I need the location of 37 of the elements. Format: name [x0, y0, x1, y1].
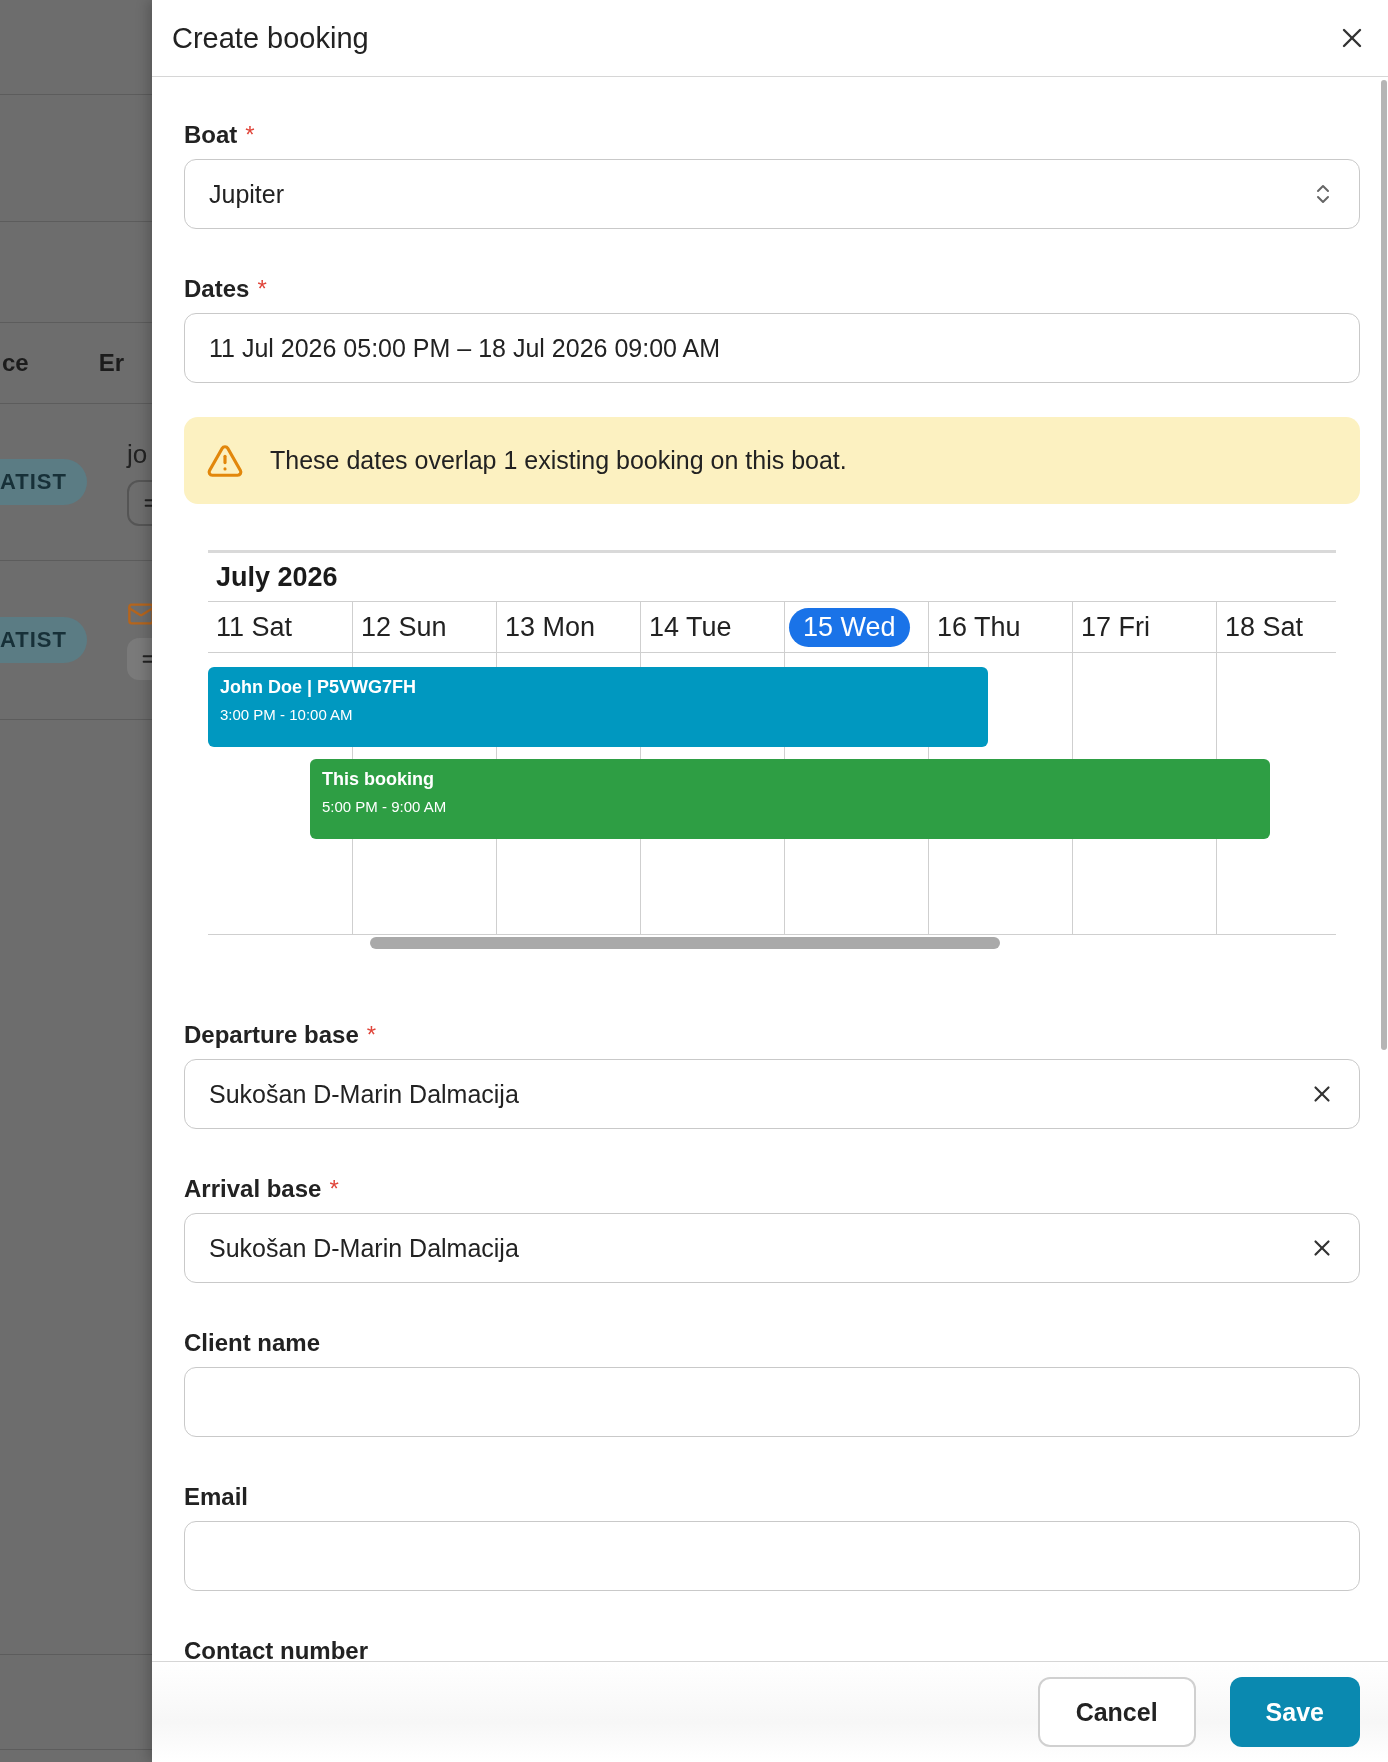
day-label: 16 Thu — [936, 610, 1022, 644]
save-button[interactable]: Save — [1229, 1677, 1360, 1747]
drawer-title: Create booking — [172, 21, 369, 55]
field-label: Client name — [184, 1329, 322, 1357]
status-badge: ATIST — [0, 459, 87, 505]
day-label: 17 Fri — [1080, 610, 1152, 644]
status-badge: ATIST — [0, 617, 87, 663]
field-label: Departure base * — [184, 1021, 378, 1049]
field-label: Dates * — [184, 275, 268, 303]
scrollbar-thumb[interactable] — [370, 937, 1000, 949]
cancel-button[interactable]: Cancel — [1037, 1677, 1196, 1747]
field-label: Boat * — [184, 121, 256, 149]
input-field[interactable] — [184, 1367, 1360, 1437]
day-label: 14 Tue — [648, 610, 733, 644]
day-label: 12 Sun — [360, 610, 448, 644]
scrollbar-thumb[interactable] — [1381, 80, 1387, 1050]
input-field[interactable]: Sukošan D-Marin Dalmacija — [184, 1059, 1360, 1129]
event-title: John Doe | P5VWG7FH — [220, 677, 418, 698]
select-field[interactable]: Jupiter — [184, 159, 1360, 229]
day-label: 18 Sat — [1224, 610, 1305, 644]
input-field[interactable]: Sukošan D-Marin Dalmacija — [184, 1213, 1360, 1283]
event-title: This booking — [321, 769, 435, 790]
email-text: jo — [126, 438, 149, 470]
event-time: 5:00 PM - 9:00 AM — [321, 798, 448, 815]
field-label: Contact number — [184, 1637, 369, 1661]
today-day-label: 15 Wed — [789, 607, 910, 647]
field-label: Email — [184, 1483, 250, 1511]
day-label: 11 Sat — [215, 610, 294, 644]
input-field[interactable] — [184, 1521, 1360, 1591]
input-field[interactable]: 11 Jul 2026 05:00 PM – 18 Jul 2026 09:00 AM — [184, 313, 1360, 383]
alert-message: These dates overlap 1 existing booking on this boat. — [270, 446, 847, 475]
month-title: July 2026 — [208, 550, 1336, 601]
day-label: 13 Mon — [504, 610, 597, 644]
event-time: 3:00 PM - 10:00 AM — [220, 706, 354, 723]
field-label: Arrival base * — [184, 1175, 340, 1203]
column-header: Er — [98, 349, 125, 377]
column-header: ce — [2, 349, 29, 377]
